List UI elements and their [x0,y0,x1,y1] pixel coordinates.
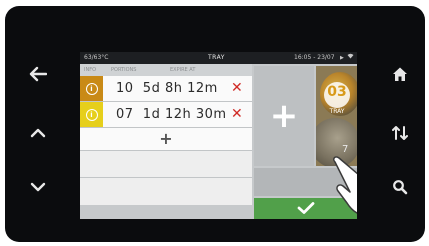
add-row-plus: + [159,129,173,148]
wifi-icon [347,52,354,64]
info-button[interactable]: i [80,76,103,101]
tray-counter: 03 [327,84,347,100]
checkmark-icon [297,199,315,218]
table-row[interactable]: i 10 5d 8h 12m ✕ [80,76,252,102]
list-item [80,151,252,178]
screen-title: TRAY [208,54,225,61]
search-icon [392,179,408,195]
info-icon: i [85,82,98,95]
add-row-button[interactable]: + [80,128,252,151]
search-button[interactable] [387,174,413,200]
list-item [80,178,252,205]
chevron-down-icon [30,182,46,192]
portion-list: i 10 5d 8h 12m ✕ i 07 1d 12h 30m ✕ + [80,76,252,205]
table-header: INFO PORTIONS EXPIRE AT [80,64,252,76]
arrow-left-icon [29,66,47,82]
back-button[interactable] [25,61,51,87]
column-header-portions: PORTIONS [111,67,137,73]
play-icon: ▶ [340,55,344,61]
hand-pointer-icon [326,155,357,219]
partial-text: 7 [342,144,349,155]
tray-screen: 63/63°C TRAY 16:05 - 23/07 ▶ INFO PORTIO… [80,52,357,219]
sort-arrows-icon [391,125,409,141]
row-portions-expiry: 10 5d 8h 12m [116,81,218,96]
table-row[interactable]: i 07 1d 12h 30m ✕ [80,102,252,128]
chevron-up-icon [30,128,46,138]
add-tray-button[interactable]: + [254,66,314,166]
delete-x-icon[interactable]: ✕ [231,102,243,127]
temperature-readout: 63/63°C [84,54,109,61]
info-icon: i [85,108,98,121]
sort-button[interactable] [387,120,413,146]
scroll-up-button[interactable] [25,120,51,146]
add-tile-plus: + [269,96,299,136]
home-button[interactable] [387,61,413,87]
home-icon [392,66,408,82]
scroll-down-button[interactable] [25,174,51,200]
device-frame: 63/63°C TRAY 16:05 - 23/07 ▶ INFO PORTIO… [5,6,425,242]
info-button[interactable]: i [80,102,103,127]
tray-counter-label: TRAY [329,108,345,115]
row-portions-expiry: 07 1d 12h 30m [116,107,227,122]
status-bar: 63/63°C TRAY 16:05 - 23/07 ▶ [80,52,357,64]
tray-food-image[interactable] [316,66,357,166]
column-header-expire: EXPIRE AT [170,67,196,73]
datetime-readout: 16:05 - 23/07 [294,54,335,61]
delete-x-icon[interactable]: ✕ [231,76,243,101]
column-header-info: INFO [84,67,97,73]
